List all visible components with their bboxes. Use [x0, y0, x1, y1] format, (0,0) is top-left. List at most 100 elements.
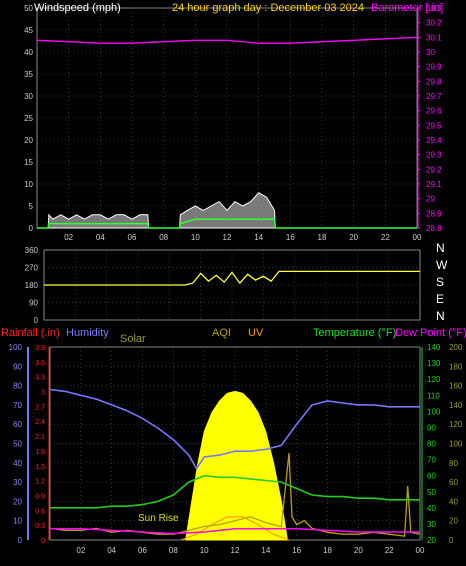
x-tick-label: 14: [254, 233, 263, 242]
x-tick-label: 06: [128, 233, 137, 242]
rainfall-tick-label: 1.8: [35, 449, 45, 456]
windspeed-tick-label: 15: [24, 158, 33, 167]
direction-tick-label: 90: [29, 299, 38, 308]
solar-tick-label: 0: [449, 536, 454, 545]
chart-title: 24 hour graph day : December 03 2024: [172, 2, 364, 14]
x-tick-label: 10: [200, 546, 209, 555]
barometer-tick-label: 29.7: [426, 92, 442, 101]
rainfall-label: Rainfall (.in): [1, 327, 60, 339]
direction-axis: 0 90 180 270 360: [25, 246, 39, 325]
rainfall-tick-label: 2.7: [35, 404, 45, 411]
temperature-tick-label: 130: [427, 359, 441, 368]
direction-tick-label: 180: [25, 281, 39, 290]
solar-label: Solar: [120, 333, 146, 345]
humidity-tick-label: 40: [13, 459, 22, 468]
barometer-tick-label: 29.6: [426, 107, 442, 116]
aqi-label: AQI: [212, 327, 231, 339]
temperature-label: Temperature (°F): [313, 327, 396, 339]
x-tick-label: 20: [354, 546, 363, 555]
x-tick-label: 22: [385, 546, 394, 555]
humidity-tick-label: 70: [13, 401, 22, 410]
x-tick-label: 00: [416, 546, 425, 555]
temperature-tick-label: 90: [427, 423, 436, 432]
rainfall-tick-label: 3.6: [35, 360, 45, 367]
x-tick-label: 02: [76, 546, 85, 555]
barometer-tick-label: 30.1: [426, 33, 442, 42]
solar-tick-label: 20: [449, 517, 458, 526]
solar-tick-label: 140: [449, 401, 463, 410]
x-tick-label: 14: [261, 546, 270, 555]
x-tick-label: 12: [223, 233, 232, 242]
temperature-tick-label: 100: [427, 407, 441, 416]
rainfall-tick-label: 1.2: [35, 479, 45, 486]
windspeed-tick-label: 40: [24, 48, 33, 57]
humidity-tick-label: 20: [13, 497, 22, 506]
direction-panel: 090180270360 NWSEN: [25, 241, 448, 325]
weather-panel: Rainfall (.in) Humidity Solar AQI UV Tem…: [1, 327, 466, 555]
wind-x-axis: 02 04 06 08 10 12 14 16 18 20 22 00: [64, 233, 422, 242]
temperature-tick-label: 110: [427, 391, 440, 400]
x-tick-label: 16: [286, 233, 295, 242]
rainfall-tick-label: 1.5: [35, 464, 45, 471]
temperature-tick-label: 140: [427, 343, 441, 352]
wind-panel: 05101520253035404550 28.828.92929.129.22…: [24, 2, 443, 242]
humidity-tick-label: 0: [18, 536, 23, 545]
rainfall-tick-label: 0.9: [35, 493, 45, 500]
compass-label: N: [436, 309, 445, 323]
rainfall-tick-label: 3.9: [35, 345, 45, 352]
barometer-tick-label: 29.5: [426, 121, 442, 130]
x-tick-label: 00: [413, 233, 422, 242]
x-tick-label: 04: [107, 546, 116, 555]
rainfall-tick-label: 0: [41, 538, 45, 545]
windspeed-tick-label: 10: [24, 180, 33, 189]
x-tick-label: 02: [64, 233, 73, 242]
temperature-tick-label: 70: [427, 456, 436, 465]
temperature-tick-label: 120: [427, 375, 441, 384]
weather-graph: 05101520253035404550 28.828.92929.129.22…: [1, 2, 466, 555]
barometer-tick-label: 28.8: [426, 224, 442, 233]
x-tick-label: 04: [96, 233, 105, 242]
barometer-tick-label: 28.9: [426, 209, 442, 218]
humidity-tick-label: 30: [13, 478, 22, 487]
compass-label: W: [436, 258, 448, 272]
x-tick-label: 20: [349, 233, 358, 242]
windspeed-tick-label: 45: [24, 26, 33, 35]
temperature-tick-label: 60: [427, 472, 436, 481]
rainfall-tick-label: 0.6: [35, 508, 45, 515]
barometer-tick-label: 30: [426, 48, 435, 57]
windspeed-tick-label: 0: [29, 224, 34, 233]
solar-tick-label: 180: [449, 362, 463, 371]
temperature-tick-label: 50: [427, 488, 436, 497]
solar-tick-label: 80: [449, 459, 458, 468]
x-tick-label: 08: [169, 546, 178, 555]
temperature-tick-label: 40: [427, 504, 436, 513]
barometer-tick-label: 29.2: [426, 165, 442, 174]
compass-labels: NWSEN: [436, 241, 448, 323]
compass-label: S: [436, 275, 444, 289]
x-tick-label: 10: [191, 233, 200, 242]
sunrise-annotation: Sun Rise: [138, 513, 179, 524]
humidity-tick-label: 10: [13, 517, 22, 526]
direction-tick-label: 270: [25, 264, 39, 273]
barometer-tick-label: 29: [426, 195, 435, 204]
solar-tick-label: 40: [449, 497, 458, 506]
barometer-tick-label: 29.9: [426, 63, 442, 72]
solar-tick-label: 60: [449, 478, 458, 487]
rainfall-tick-label: 3.3: [35, 375, 45, 382]
solar-tick-label: 160: [449, 382, 463, 391]
x-tick-label: 12: [231, 546, 240, 555]
x-tick-label: 18: [323, 546, 332, 555]
windspeed-tick-label: 25: [24, 114, 33, 123]
temperature-tick-label: 20: [427, 536, 436, 545]
barometer-axis: 28.8 28.9 29 29.1 29.2 29.3 29.4 29.5 29.6 29.7 29…: [417, 4, 442, 233]
windspeed-axis: 0 5 10 15 20 25 30 35 40 45 50: [24, 4, 33, 233]
direction-tick-label: 360: [25, 246, 39, 255]
barometer-tick-label: 29.8: [426, 77, 442, 86]
barometer-tick-label: 29.1: [426, 180, 442, 189]
barometer-axis-label: Barometer [.in]: [371, 2, 443, 14]
windspeed-axis-label: Windspeed (mph): [34, 2, 121, 14]
barometer-tick-label: 29.4: [426, 136, 442, 145]
temperature-tick-label: 80: [427, 440, 436, 449]
compass-label: E: [436, 292, 444, 306]
barometer-tick-label: 30.2: [426, 19, 442, 28]
